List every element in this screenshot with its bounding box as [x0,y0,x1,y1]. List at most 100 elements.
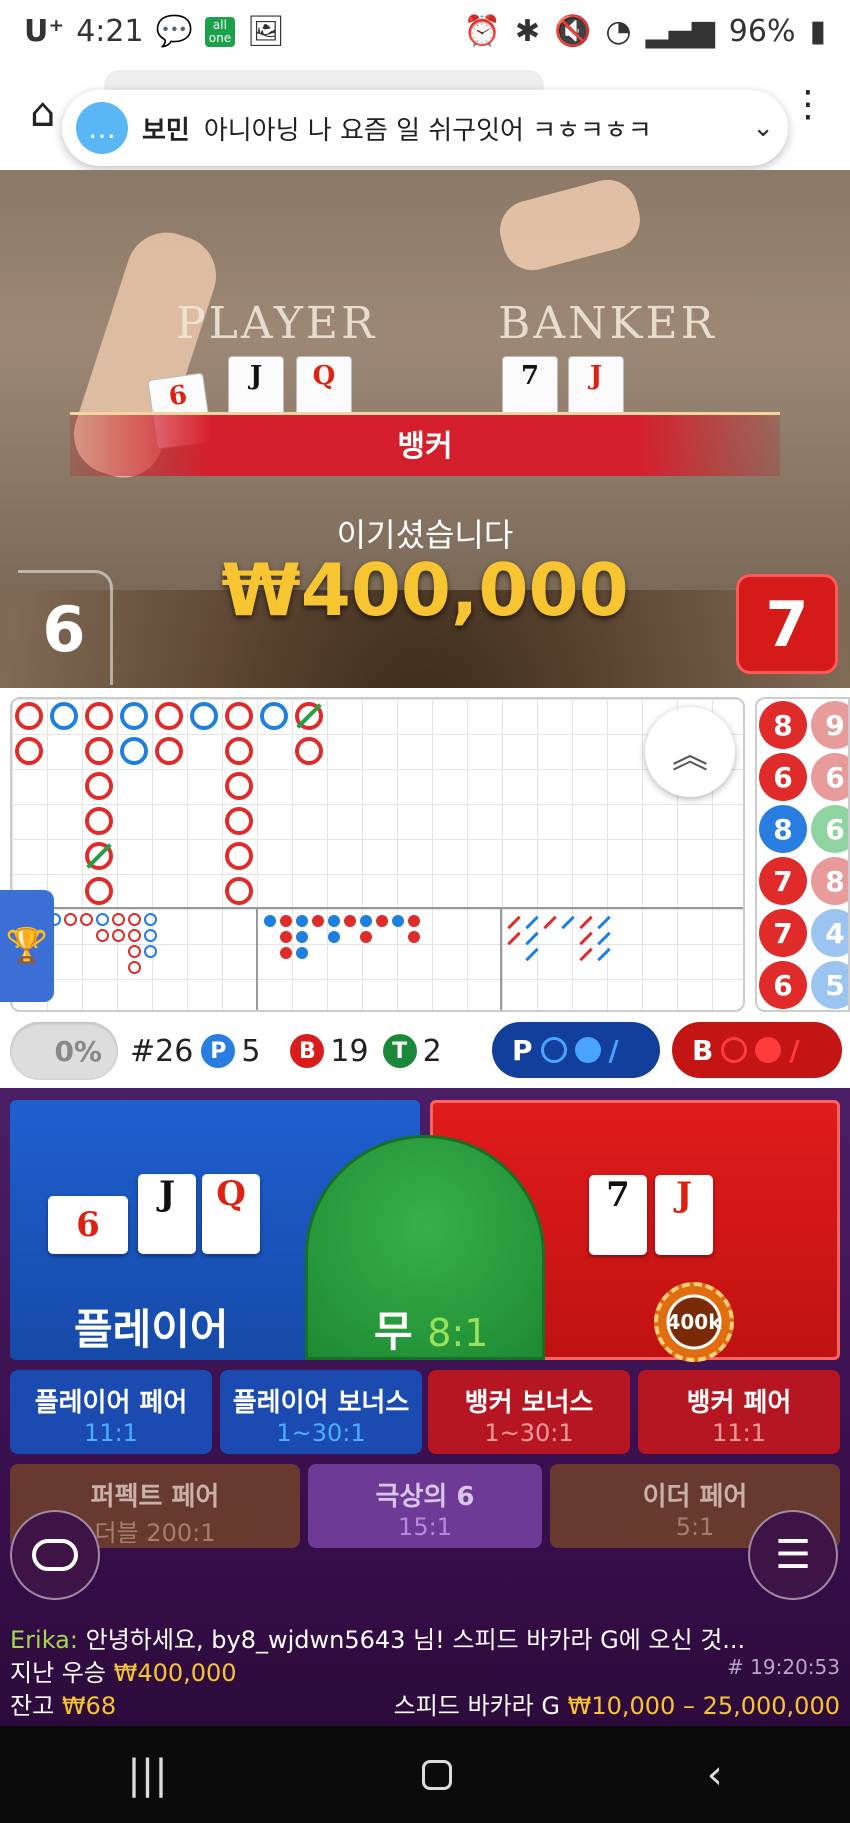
small-road-mark [280,931,292,943]
cockroach-mark [525,947,539,962]
small-road-mark [360,931,372,943]
chat-notification[interactable]: … 보민 아니아닝 나 요즘 일 쉬구잇어 ㅋㅎㅋㅎㅋ ⌄ [62,90,788,166]
chevron-down-icon[interactable]: ⌄ [752,113,774,143]
player-count: 5 [241,1033,261,1069]
bead-ball: 6 [759,961,807,1009]
banker-count-badge: B [290,1034,325,1068]
recent-apps-icon[interactable]: ||| [127,1752,167,1798]
ring-icon [721,1037,748,1063]
cockroach-mark [525,915,539,930]
cockroach-mark [579,947,593,962]
home-button-icon[interactable] [422,1759,453,1790]
back-icon[interactable]: ‹ [707,1752,723,1798]
big-road-grid[interactable] [10,697,745,1012]
tie-bet-label: 무 8:1 [374,1298,488,1359]
road-divider [12,907,743,909]
bead-ball: 8 [759,805,807,853]
small-road-mark [296,915,308,927]
banker-score: 7 [736,574,838,674]
big-eye-mark [144,945,157,958]
road-mark [85,772,113,800]
banker-bet-card-2: J [655,1175,713,1255]
big-eye-mark [144,929,157,942]
road-mark [155,737,183,765]
trophy-icon[interactable]: 🏆 [0,890,54,1002]
cockroach-mark [543,915,557,930]
player-bet-label: 플레이어 [74,1305,229,1354]
chat-toggle-button[interactable] [10,1510,100,1600]
tie-odds: 8:1 [427,1311,489,1355]
status-bar: U⁺ 4:21 💬 all one 🖼 ⏰ ✱ 🔇 ◔ ▂▄▆ 96% ▮ [0,0,850,66]
small-road-mark [296,931,308,943]
last-win-amount: ₩400,000 [113,1659,237,1687]
mute-icon: 🔇 [554,14,592,49]
small-road-mark [296,947,308,959]
tie-count: 2 [422,1033,442,1069]
banker-bonus-bet[interactable]: 뱅커 보너스 1~30:1 [428,1370,630,1454]
bead-ball: 6 [759,753,807,801]
balance-amount: ₩68 [61,1692,117,1720]
banker-pair-odds: 11:1 [712,1419,766,1447]
road-mark [15,702,43,730]
player-predict-button[interactable]: P / [492,1022,660,1078]
super-six-bet[interactable]: 극상의 6 15:1 [308,1464,542,1548]
dot-icon [574,1037,601,1063]
banker-predict-button[interactable]: B / [672,1022,842,1078]
player-score: 6 [18,570,113,685]
player-bet-card-3: Q [202,1174,260,1254]
banker-pair-bet[interactable]: 뱅커 페어 11:1 [638,1370,840,1454]
win-amount: ₩400,000 [221,548,629,632]
gallery-icon: 🖼 [246,14,286,49]
battery-level: 96% [728,14,796,49]
slash-icon: / [789,1033,800,1067]
bead-ball: 4 [811,909,848,957]
big-eye-mark [64,913,77,926]
chat-bubble-icon: … [76,102,128,154]
home-icon[interactable]: ⌂ [30,90,55,136]
player-count-badge: P [201,1034,236,1068]
tie-bet-spot[interactable]: 무 8:1 [305,1135,545,1360]
bead-ball: 8 [811,857,848,905]
last-win-row: 지난 우승 ₩400,000 [10,1653,237,1688]
cockroach-mark [525,931,539,946]
bead-road-strip[interactable]: 8 9 6 6 8 6 7 8 7 4 6 5 [755,697,850,1012]
big-eye-mark [128,945,141,958]
cockroach-mark [561,915,575,930]
banker-bet-card-1: 7 [589,1175,647,1255]
bead-ball: 7 [759,909,807,957]
super-six-label: 극상의 6 [375,1482,475,1512]
road-mark [85,807,113,835]
big-eye-mark [112,913,125,926]
road-mark [225,807,253,835]
player-bonus-label: 플레이어 보너스 [232,1388,410,1418]
wifi-icon: ◔ [605,14,632,49]
menu-dots-icon[interactable]: ⋮ [790,84,826,125]
player-pair-bet[interactable]: 플레이어 페어 11:1 [10,1370,212,1454]
player-table-label: PLAYER [176,298,378,349]
cockroach-mark [597,915,611,930]
big-eye-mark [96,913,109,926]
road-mark [225,737,253,765]
road-mark [85,877,113,905]
dot-icon [755,1037,782,1063]
road-mark [190,702,218,730]
road-mark [85,702,113,730]
menu-button[interactable]: ☰ [748,1510,838,1600]
small-road-mark [264,915,276,927]
road-mark [295,737,323,765]
carrier-label: U⁺ [24,14,65,49]
road-mark [120,702,148,730]
player-bonus-bet[interactable]: 플레이어 보너스 1~30:1 [220,1370,422,1454]
placed-chip[interactable]: 400k [654,1282,734,1362]
expand-roads-button[interactable]: ︽ [645,707,735,797]
big-eye-mark [128,961,141,974]
stats-toggle[interactable]: 0% [10,1022,118,1080]
small-road-mark [312,915,324,927]
alarm-icon: ⏰ [463,14,501,49]
player-bet-card-2: J [138,1174,196,1254]
hamburger-icon: ☰ [775,1532,811,1578]
road-mark [85,737,113,765]
player-bet-card-1: 6 [48,1196,128,1254]
table-name: 스피드 바카라 G [393,1692,560,1720]
chevron-up-icon: ︽ [671,735,708,776]
